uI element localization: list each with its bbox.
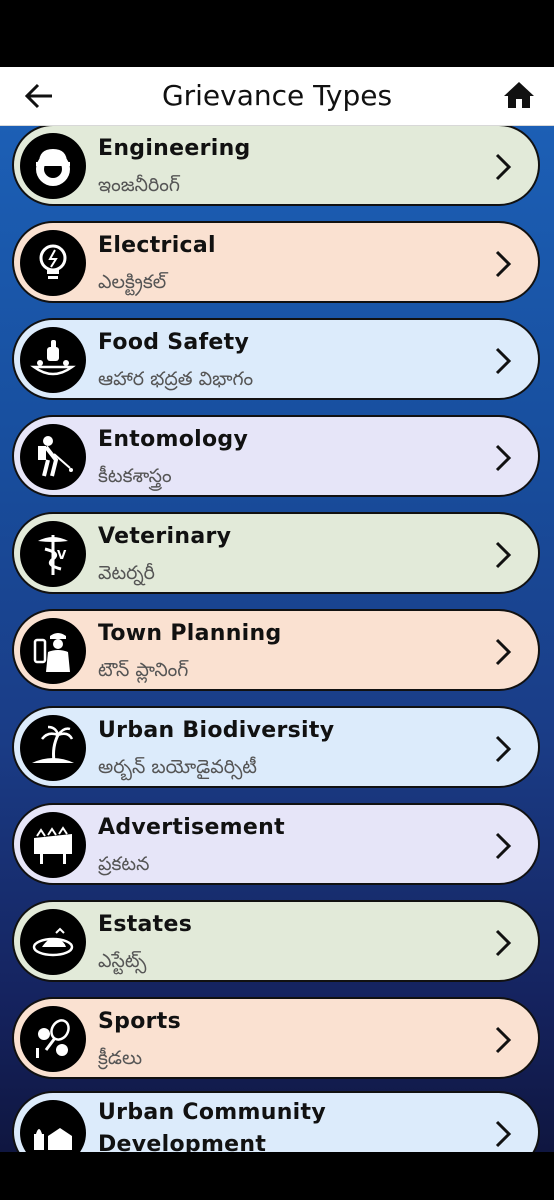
item-title: Urban Biodiversity	[98, 718, 335, 743]
item-subtitle: అర్బన్ బయోడైవర్సిటీ	[98, 756, 257, 778]
grievance-item-veterinary[interactable]: V Veterinary వెటర్నరీ	[12, 512, 540, 594]
item-title: Engineering	[98, 136, 251, 161]
caduceus-icon: V	[20, 521, 86, 587]
engineering-helmet-gear-icon	[20, 133, 86, 199]
chevron-right-icon	[495, 153, 512, 181]
item-title: Advertisement	[98, 815, 285, 840]
item-title: Veterinary	[98, 524, 232, 549]
item-title: Estates	[98, 912, 193, 937]
chevron-right-icon	[495, 250, 512, 278]
sprayer-person-icon	[20, 424, 86, 490]
grievance-item-town-planning[interactable]: Town Planning టౌన్ ప్లానింగ్	[12, 609, 540, 691]
page-title: Grievance Types	[161, 79, 393, 112]
palm-island-icon	[20, 715, 86, 781]
item-title: Electrical	[98, 233, 216, 258]
chevron-right-icon	[495, 541, 512, 569]
sports-balls-icon	[20, 1006, 86, 1072]
chevron-right-icon	[495, 832, 512, 860]
grievance-item-urban-community-development[interactable]: Urban Community Development	[12, 1091, 540, 1152]
home-button[interactable]	[502, 79, 536, 111]
item-title: Food Safety	[98, 330, 250, 355]
grievance-type-list[interactable]: Engineering ఇంజనీరింగ్ Electrical ఎలక్ట్…	[0, 125, 554, 1152]
grievance-item-entomology[interactable]: Entomology కీటకశాస్త్రం	[12, 415, 540, 497]
item-subtitle: ఎస్టేట్స్	[98, 950, 147, 972]
grievance-item-sports[interactable]: Sports క్రీడలు	[12, 997, 540, 1079]
chevron-right-icon	[495, 444, 512, 472]
chevron-right-icon	[495, 1120, 512, 1148]
grievance-item-engineering[interactable]: Engineering ఇంజనీరింగ్	[12, 125, 540, 206]
bottom-bar	[0, 1152, 554, 1200]
grievance-item-estates[interactable]: Estates ఎస్టేట్స్	[12, 900, 540, 982]
item-subtitle: ఇంజనీరింగ్	[98, 174, 180, 196]
item-title: Entomology	[98, 427, 249, 452]
billboard-icon	[20, 812, 86, 878]
land-estate-icon	[20, 909, 86, 975]
food-thumbs-up-icon	[20, 327, 86, 393]
item-title: Sports	[98, 1009, 181, 1034]
grievance-item-urban-biodiversity[interactable]: Urban Biodiversity అర్బన్ బయోడైవర్సిటీ	[12, 706, 540, 788]
chevron-right-icon	[495, 929, 512, 957]
chevron-right-icon	[495, 347, 512, 375]
item-subtitle: ఎలక్ట్రికల్	[98, 271, 167, 293]
item-subtitle: టౌన్ ప్లానింగ్	[98, 659, 189, 681]
chevron-right-icon	[495, 638, 512, 666]
chevron-right-icon	[495, 735, 512, 763]
app-header: Grievance Types	[0, 67, 554, 126]
item-subtitle: వెటర్నరీ	[98, 562, 155, 584]
grievance-item-advertisement[interactable]: Advertisement ప్రకటన	[12, 803, 540, 885]
item-subtitle: ప్రకటన	[98, 853, 150, 875]
grievance-item-food-safety[interactable]: Food Safety ఆహార భద్రత విభాగం	[12, 318, 540, 400]
planner-worker-icon	[20, 618, 86, 684]
home-icon	[504, 82, 534, 108]
status-bar	[0, 0, 554, 67]
item-title: Town Planning	[98, 621, 282, 646]
community-buildings-icon	[20, 1100, 86, 1152]
grievance-item-electrical[interactable]: Electrical ఎలక్ట్రికల్	[12, 221, 540, 303]
lightbulb-icon	[20, 230, 86, 296]
chevron-right-icon	[495, 1026, 512, 1054]
item-subtitle: కీటకశాస్త్రం	[98, 465, 172, 487]
item-subtitle: ఆహార భద్రత విభాగం	[98, 368, 254, 390]
svg-text:V: V	[57, 548, 67, 562]
item-subtitle: క్రీడలు	[98, 1047, 143, 1069]
item-title: Urban Community Development	[98, 1100, 326, 1152]
